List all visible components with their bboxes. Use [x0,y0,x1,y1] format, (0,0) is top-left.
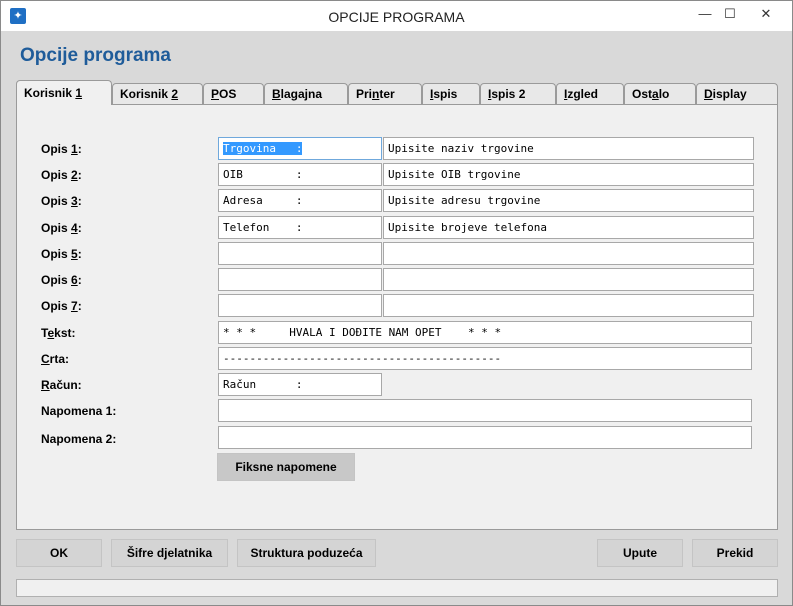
tab-display[interactable]: Display [696,83,778,104]
napomena-2-field[interactable] [218,426,752,449]
upute-button[interactable]: Upute [597,539,683,567]
opis-4-description-field[interactable]: Upisite brojeve telefona [383,216,754,239]
tab-printer[interactable]: Printer [348,83,422,104]
program-options-window: ✦ OPCIJE PROGRAMA — ☐ ✕ Opcije programa … [0,0,793,606]
tekst-label: Tekst: [41,326,76,340]
title-bar: ✦ OPCIJE PROGRAMA — ☐ ✕ [1,1,792,31]
sifre-djelatnika-button[interactable]: Šifre djelatnika [111,539,228,567]
prekid-button[interactable]: Prekid [692,539,778,567]
status-bar [16,579,778,597]
tab-izgled[interactable]: Izgled [556,83,624,104]
opis-5-description-field[interactable] [383,242,754,265]
tekst-field[interactable]: * * * HVALA I DOĐITE NAM OPET * * * [218,321,752,344]
opis-4-field[interactable]: Telefon : [218,216,382,239]
crta-field[interactable]: ----------------------------------------… [218,347,752,370]
opis-3-label: Opis 3: [41,194,82,208]
opis-1-label: Opis 1: [41,142,82,156]
napomena-2-label: Napomena 2: [41,432,117,446]
opis-3-field[interactable]: Adresa : [218,189,382,212]
opis-6-description-field[interactable] [383,268,754,291]
racun-label: Račun: [41,378,82,392]
opis-7-field[interactable] [218,294,382,317]
opis-4-label: Opis 4: [41,221,82,235]
close-button[interactable]: ✕ [753,5,779,23]
tab-blagajna[interactable]: Blagajna [264,83,348,104]
window-title: OPCIJE PROGRAMA [328,9,465,25]
opis-5-label: Opis 5: [41,247,82,261]
opis-7-description-field[interactable] [383,294,754,317]
tab-pos[interactable]: POS [203,83,264,104]
opis-2-label: Opis 2: [41,168,82,182]
tab-korisnik-1[interactable]: Korisnik 1 [16,80,112,105]
tab-ispis[interactable]: Ispis [422,83,480,104]
napomena-1-field[interactable] [218,399,752,422]
opis-1-description-field[interactable]: Upisite naziv trgovine [383,137,754,160]
crta-label: Crta: [41,352,70,366]
napomena-1-label: Napomena 1: [41,404,117,418]
tab-panel-korisnik-1: Opis 1: Trgovina : Upisite naziv trgovin… [16,104,778,530]
tab-ispis-2[interactable]: Ispis 2 [480,83,556,104]
tab-korisnik-2[interactable]: Korisnik 2 [112,83,203,104]
opis-1-selected-text: Trgovina : [223,142,303,155]
tab-ostalo[interactable]: Ostalo [624,83,696,104]
minimize-button[interactable]: — [692,5,718,23]
opis-6-field[interactable] [218,268,382,291]
opis-2-description-field[interactable]: Upisite OIB trgovine [383,163,754,186]
opis-2-field[interactable]: OIB : [218,163,382,186]
opis-1-field[interactable]: Trgovina : [218,137,382,160]
struktura-poduzeca-button[interactable]: Struktura poduzeća [237,539,376,567]
maximize-button[interactable]: ☐ [717,5,743,23]
opis-7-label: Opis 7: [41,299,82,313]
content-area: Opcije programa Korisnik 1 Korisnik 2 PO… [1,31,792,605]
opis-3-description-field[interactable]: Upisite adresu trgovine [383,189,754,212]
ok-button[interactable]: OK [16,539,102,567]
opis-6-label: Opis 6: [41,273,82,287]
page-title: Opcije programa [20,45,171,66]
racun-field[interactable]: Račun : [218,373,382,396]
opis-5-field[interactable] [218,242,382,265]
fiksne-napomene-button[interactable]: Fiksne napomene [217,453,355,481]
